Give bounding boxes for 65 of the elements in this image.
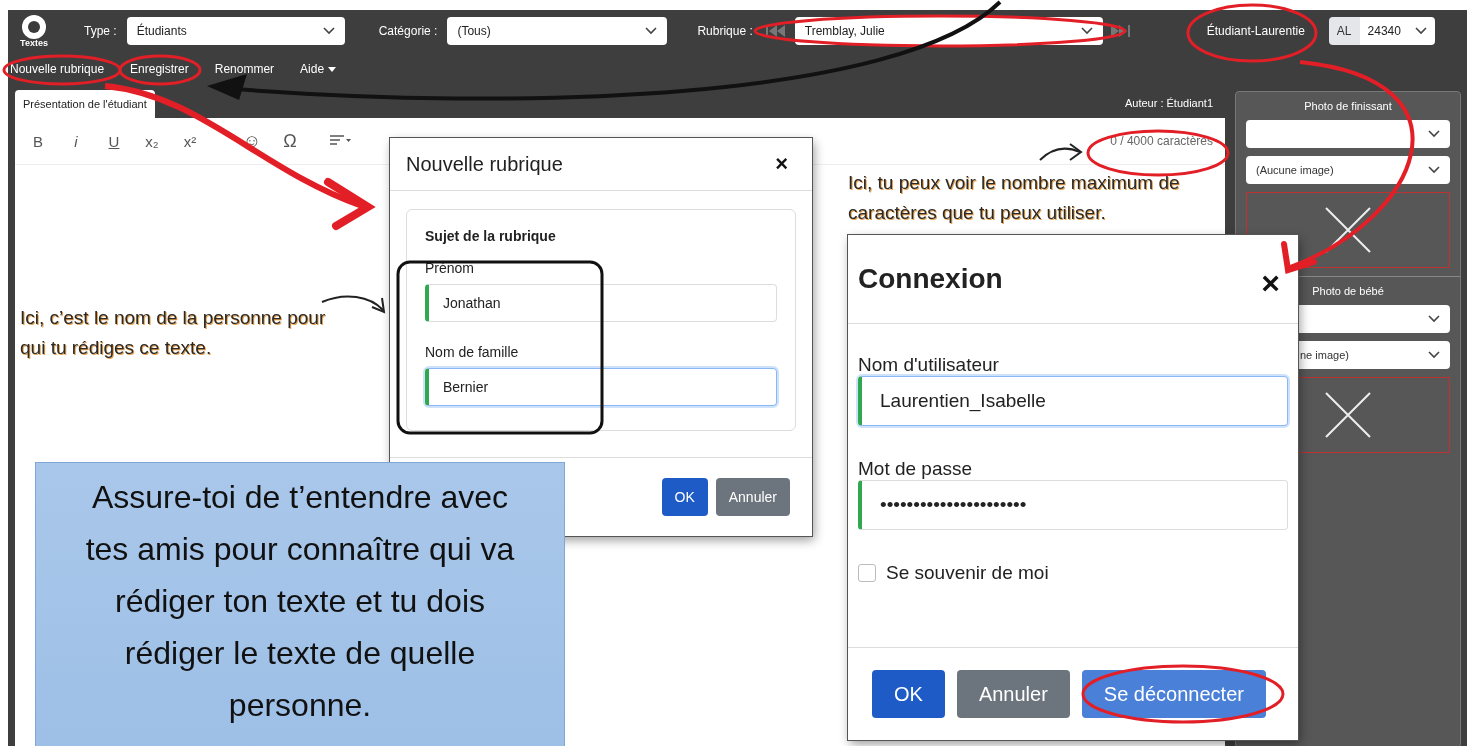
checkbox[interactable] xyxy=(858,564,876,582)
next-icon[interactable] xyxy=(1108,24,1131,38)
photo-title: Photo de bébé xyxy=(1312,285,1384,297)
field-label: Prénom xyxy=(425,260,476,276)
chevron-icon xyxy=(1428,351,1440,359)
dialog-button[interactable]: Se déconnecter xyxy=(1081,670,1266,718)
annotation-text: Ici, c’est le nom de la personne pour qui tu rédiges ce texte. xyxy=(20,306,327,360)
caret-icon xyxy=(328,66,337,72)
chevron-icon xyxy=(322,27,335,35)
cross-icon xyxy=(1324,206,1372,254)
dialog-title: Connexion xyxy=(858,263,1003,295)
field-label: Nom de famille xyxy=(425,344,520,360)
dialog-button[interactable]: Annuler xyxy=(715,478,790,516)
note-box: Assure-toi de t’entendre avec tes amis pour connaître qui va rédiger ton texte et tu dois rédiger le texte de quelle personne. xyxy=(35,462,565,746)
filter-select[interactable]: (Tous) xyxy=(447,17,668,45)
section-title: Sujet de la rubrique xyxy=(425,228,557,244)
previous-icon[interactable] xyxy=(764,24,787,38)
dialog-button[interactable]: OK xyxy=(661,478,708,516)
chevron-icon xyxy=(1428,130,1440,138)
filter-label: Type : xyxy=(84,24,117,38)
input-field[interactable]: Jonathan xyxy=(425,284,777,322)
chevron-icon xyxy=(1428,315,1440,323)
menu-item[interactable]: Renommer xyxy=(212,62,277,76)
filter-label: Catégorie : xyxy=(378,24,438,38)
annotation-arrow xyxy=(321,295,386,314)
logo-icon xyxy=(21,14,47,40)
checkbox-label: Se souvenir de moi xyxy=(886,562,1049,584)
input-field[interactable]: Bernier xyxy=(425,368,777,406)
filter-select[interactable]: Étudiants xyxy=(126,17,345,45)
user-name[interactable]: Étudiant-Laurentie xyxy=(1206,24,1305,38)
filter-label: Rubrique : xyxy=(697,24,753,38)
logo-label: Textes xyxy=(20,38,48,48)
menu-item[interactable]: Enregistrer xyxy=(128,62,191,76)
tab[interactable]: Présentation de l'étudiant xyxy=(15,90,155,118)
field-label: Nom d'utilisateur xyxy=(858,354,999,375)
dialog-title: Nouvelle rubrique xyxy=(406,152,563,176)
chevron-icon xyxy=(645,27,658,35)
format-button[interactable]: x₂ xyxy=(133,132,171,150)
menu-item[interactable]: Nouvelle rubrique xyxy=(8,62,107,76)
annotation-arrow xyxy=(1039,143,1083,161)
chevron-icon xyxy=(1080,27,1093,35)
format-button[interactable]: x² xyxy=(171,132,209,150)
format-button[interactable]: B xyxy=(19,132,57,150)
align-icon[interactable] xyxy=(329,135,351,147)
photo-select[interactable] xyxy=(1246,120,1450,148)
image-select[interactable]: (Aucune image) xyxy=(1246,156,1450,184)
field-label: Mot de passe xyxy=(858,458,973,479)
school-select[interactable]: 24340 xyxy=(1359,17,1435,45)
cross-icon xyxy=(1324,391,1372,439)
format-button[interactable]: Ω xyxy=(271,130,309,152)
dialog-button[interactable]: OK xyxy=(872,670,945,718)
dialog-button[interactable]: Annuler xyxy=(956,670,1070,718)
format-button[interactable]: U xyxy=(95,132,133,150)
menu-item[interactable]: Aide xyxy=(298,62,339,76)
photo-title: Photo de finissant xyxy=(1304,100,1392,112)
author-label: Auteur : Étudiant1 xyxy=(1124,97,1213,109)
annotation-text: Ici, tu peux voir le nombre maximum de caractères que tu peux utiliser. xyxy=(848,171,1181,225)
close-button[interactable]: × xyxy=(767,151,796,177)
input-field[interactable]: Laurentien_Isabelle xyxy=(858,376,1288,426)
close-button[interactable]: × xyxy=(1253,264,1288,302)
input-field[interactable]: •••••••••••••••••••••• xyxy=(858,480,1288,530)
chevron-icon xyxy=(1428,166,1440,174)
school-prefix: AL xyxy=(1328,17,1360,45)
chevron-icon xyxy=(1414,27,1427,35)
format-button[interactable]: i xyxy=(57,132,95,150)
